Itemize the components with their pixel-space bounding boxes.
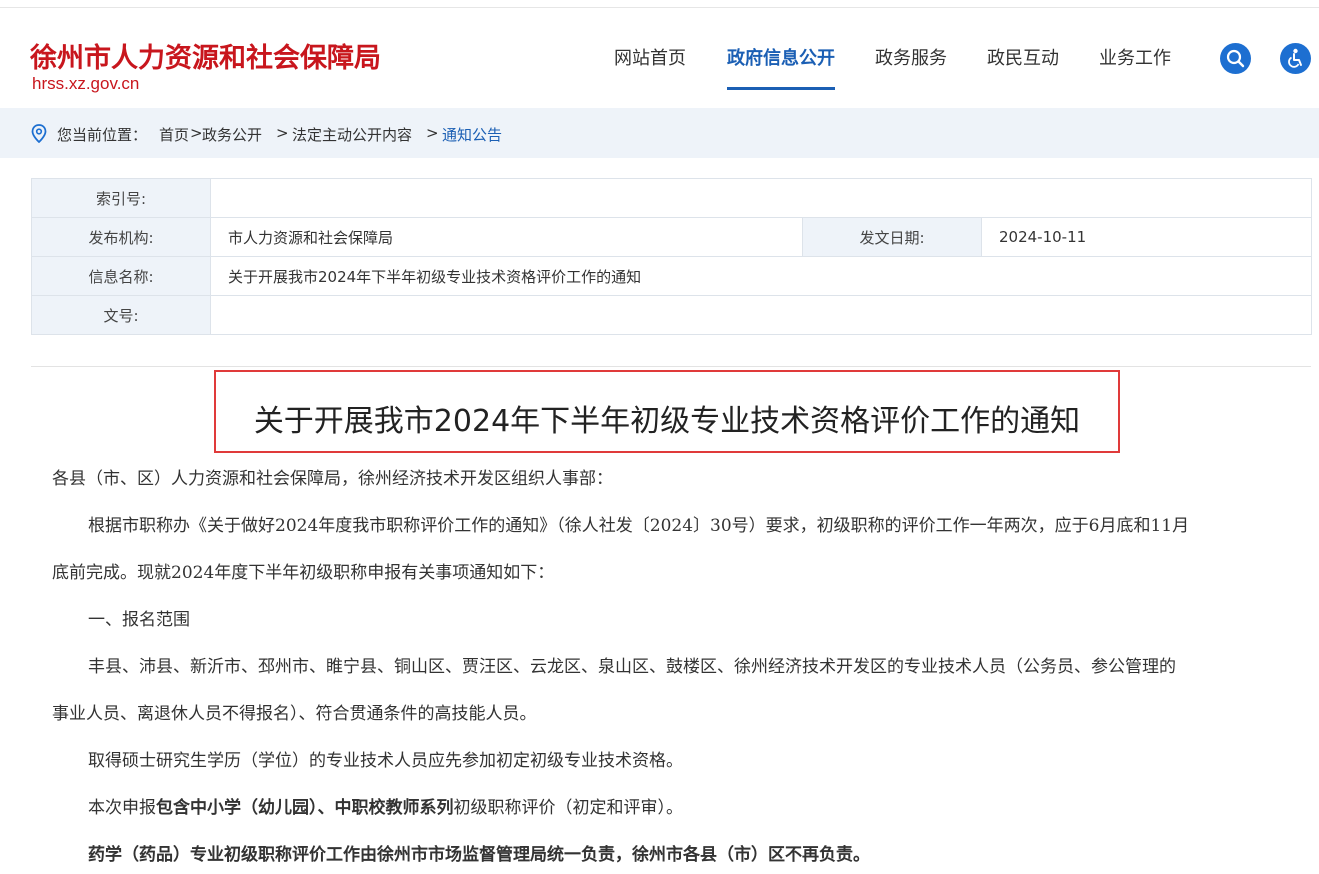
- breadcrumb: 您当前位置： 首页 > 政务公开 > 法定主动公开内容 > 通知公告: [0, 108, 1319, 158]
- accessibility-button[interactable]: [1280, 43, 1311, 74]
- site-header: 徐州市人力资源和社会保障局 hrss.xz.gov.cn 网站首页 政府信息公开…: [0, 8, 1319, 108]
- publisher-label: 发布机构:: [31, 217, 211, 257]
- article-paragraph: 取得硕士研究生学历（学位）的专业技术人员应先参加初定初级专业技术资格。: [88, 751, 683, 771]
- breadcrumb-separator: >: [276, 124, 289, 142]
- article-text: 本次申报: [88, 798, 156, 818]
- breadcrumb-separator: >: [426, 124, 439, 142]
- article-emphasis: 包含中小学（幼儿园）、中职校教师系列: [156, 798, 454, 818]
- breadcrumb-separator: >: [190, 124, 203, 142]
- docno-value: [210, 295, 1312, 335]
- article-title-highlight: 关于开展我市2024年下半年初级专业技术资格评价工作的通知: [214, 370, 1120, 453]
- name-label: 信息名称:: [31, 256, 211, 296]
- article-salutation: 各县（市、区）人力资源和社会保障局，徐州经济技术开发区组织人事部：: [52, 469, 613, 489]
- breadcrumb-public-content[interactable]: 法定主动公开内容: [292, 124, 412, 145]
- article-paragraph: 本次申报包含中小学（幼儿园）、中职校教师系列初级职称评价（初定和评审）。: [52, 785, 1297, 832]
- article-paragraph-cont: 事业人员、离退休人员不得报名）、符合贯通条件的高技能人员。: [52, 704, 537, 724]
- nav-item-services[interactable]: 政务服务: [875, 44, 947, 70]
- table-row: 文号:: [31, 295, 1312, 335]
- nav-active-indicator: [727, 87, 835, 90]
- site-title[interactable]: 徐州市人力资源和社会保障局: [30, 36, 381, 75]
- article-paragraph: 丰县、沛县、新沂市、邳州市、睢宁县、铜山区、贾汪区、云龙区、泉山区、鼓楼区、徐州…: [88, 657, 1176, 677]
- table-row: 索引号:: [31, 178, 1312, 218]
- article-title: 关于开展我市2024年下半年初级专业技术资格评价工作的通知: [253, 404, 1081, 439]
- nav-item-gov-info[interactable]: 政府信息公开: [727, 44, 835, 70]
- site-url: hrss.xz.gov.cn: [32, 74, 140, 93]
- info-table: 索引号: 发布机构: 市人力资源和社会保障局 发文日期: 2024-10-11 …: [31, 178, 1312, 335]
- location-pin-icon: [31, 124, 47, 143]
- nav-item-home[interactable]: 网站首页: [614, 44, 686, 70]
- breadcrumb-current[interactable]: 通知公告: [442, 124, 502, 145]
- article-body: 各县（市、区）人力资源和社会保障局，徐州经济技术开发区组织人事部： 根据市职称办…: [52, 456, 1297, 874]
- name-value: 关于开展我市2024年下半年初级专业技术资格评价工作的通知: [210, 256, 1312, 296]
- table-row: 发布机构: 市人力资源和社会保障局 发文日期: 2024-10-11: [31, 217, 1312, 257]
- search-button[interactable]: [1220, 43, 1251, 74]
- article-paragraph-bold: 药学（药品）专业初级职称评价工作由徐州市市场监督管理局统一负责，徐州市各县（市）…: [88, 845, 870, 865]
- breadcrumb-home[interactable]: 首页: [159, 124, 189, 145]
- nav-item-interaction[interactable]: 政民互动: [987, 44, 1059, 70]
- index-label: 索引号:: [31, 178, 211, 218]
- docno-label: 文号:: [31, 295, 211, 335]
- table-row: 信息名称: 关于开展我市2024年下半年初级专业技术资格评价工作的通知: [31, 256, 1312, 296]
- article-paragraph-cont: 底前完成。现就2024年度下半年初级职称申报有关事项通知如下：: [52, 563, 555, 583]
- accessibility-icon: [1288, 48, 1302, 68]
- article-paragraph: 根据市职称办《关于做好2024年度我市职称评价工作的通知》（徐人社发〔2024〕…: [88, 516, 1190, 536]
- date-label: 发文日期:: [802, 217, 982, 257]
- search-icon: [1226, 49, 1245, 68]
- breadcrumb-gov-affairs[interactable]: 政务公开: [202, 124, 262, 145]
- breadcrumb-prefix: 您当前位置：: [57, 126, 148, 144]
- index-value: [210, 178, 1312, 218]
- article-text: 初级职称评价（初定和评审）。: [453, 798, 684, 818]
- publisher-value: 市人力资源和社会保障局: [210, 217, 803, 257]
- nav-item-business[interactable]: 业务工作: [1099, 44, 1171, 70]
- article-section-heading: 一、报名范围: [88, 610, 190, 630]
- content-divider: [31, 366, 1311, 367]
- date-value: 2024-10-11: [981, 217, 1312, 257]
